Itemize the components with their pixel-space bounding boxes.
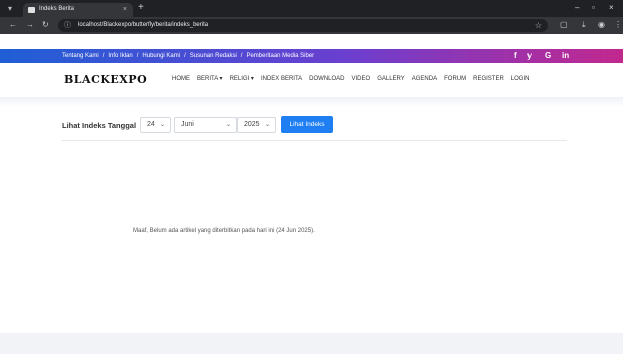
site-header: BLACKEXPO HOME BERITA ▾ RELIGI ▾ INDEX B… [0, 63, 623, 97]
download-icon[interactable]: ⤓ [582, 20, 586, 30]
extensions-icon[interactable]: ▢ [560, 20, 568, 30]
new-tab-icon[interactable]: + [138, 3, 144, 13]
menu-item-index-berita[interactable]: INDEX BERITA [261, 75, 302, 84]
empty-state-message: Maaf, Belum ada artikel yang diterbitkan… [133, 228, 315, 234]
profile-icon[interactable]: ◉ [598, 20, 605, 30]
browser-tab[interactable]: Indeks Berita × [23, 3, 133, 17]
tab-search-icon[interactable]: ▾ [4, 3, 16, 14]
google-icon[interactable]: G [545, 50, 551, 62]
browser-tab-bar: ▾ Indeks Berita × + – ▫ × [0, 0, 623, 17]
forward-icon[interactable]: → [26, 20, 34, 30]
top-link-separator: / [102, 53, 105, 59]
menu-item-video[interactable]: VIDEO [352, 75, 371, 84]
month-select-value: Juni [181, 121, 194, 128]
year-select-value: 2025 [244, 121, 260, 128]
top-link-separator: / [136, 53, 139, 59]
twitter-icon[interactable]: 𝕪 [527, 50, 532, 62]
menu-item-religi[interactable]: RELIGI ▾ [230, 75, 254, 84]
top-link-hubungi-kami[interactable]: Hubungi Kami [142, 53, 180, 59]
facebook-icon[interactable]: f [514, 50, 517, 62]
main-menu: HOME BERITA ▾ RELIGI ▾ INDEX BERITA DOWN… [172, 75, 529, 84]
reload-icon[interactable]: ↻ [42, 20, 49, 30]
menu-item-login[interactable]: LOGIN [511, 75, 530, 84]
top-link-separator: / [184, 53, 186, 59]
favicon-icon [28, 7, 35, 13]
tab-close-icon[interactable]: × [123, 5, 127, 14]
menu-item-register[interactable]: REGISTER [473, 75, 504, 84]
top-link-pemberitaan-media-siber[interactable]: Pemberitaan Media Siber [246, 53, 314, 59]
menu-item-gallery[interactable]: GALLERY [377, 75, 405, 84]
url-text[interactable]: localhost/Blackexpo/butterfly/berita/ind… [78, 21, 208, 30]
browser-toolbar: ← → ↻ ⓘ localhost/Blackexpo/butterfly/be… [0, 17, 623, 34]
filter-label: Lihat Indeks Tanggal [62, 121, 137, 130]
minimize-icon[interactable]: – [575, 3, 579, 13]
day-select-value: 24 [147, 121, 155, 128]
menu-item-berita[interactable]: BERITA ▾ [197, 75, 223, 84]
chevron-down-icon: ⌄ [159, 122, 165, 128]
address-bar[interactable]: ⓘ localhost/Blackexpo/butterfly/berita/i… [58, 19, 548, 32]
menu-item-forum[interactable]: FORUM [444, 75, 466, 84]
top-link-info-iklan[interactable]: Info Iklan [108, 53, 132, 59]
year-select[interactable]: 2025 ⌄ [237, 117, 276, 133]
filter-divider [62, 140, 567, 141]
window-close-icon[interactable]: × [609, 3, 614, 13]
site-info-icon[interactable]: ⓘ [64, 20, 71, 31]
back-icon[interactable]: ← [9, 20, 17, 30]
linkedin-icon[interactable]: in [562, 50, 569, 62]
chevron-down-icon: ⌄ [225, 122, 231, 128]
month-select[interactable]: Juni ⌄ [174, 117, 237, 133]
top-link-strip: Tentang Kami / Info Iklan / Hubungi Kami / Sus… [0, 49, 623, 63]
view-index-button[interactable]: Lihat Indeks [281, 116, 333, 133]
restore-icon[interactable]: ▫ [592, 3, 595, 13]
tab-title: Indeks Berita [39, 6, 75, 12]
top-link-separator: / [240, 53, 243, 59]
browser-menu-icon[interactable]: ⋮ [614, 20, 622, 30]
top-link-susunan-redaksi[interactable]: Susunan Redaksi [190, 53, 237, 59]
chevron-down-icon: ⌄ [264, 122, 270, 128]
menu-item-agenda[interactable]: AGENDA [412, 75, 437, 84]
bookmark-star-icon[interactable]: ☆ [535, 20, 542, 31]
day-select[interactable]: 24 ⌄ [140, 117, 171, 133]
menu-item-download[interactable]: DOWNLOAD [309, 75, 344, 84]
top-links: Tentang Kami / Info Iklan / Hubungi Kami / Sus… [62, 51, 314, 61]
menu-item-home[interactable]: HOME [172, 75, 190, 84]
footer [0, 333, 623, 354]
header-shadow [0, 97, 623, 107]
top-link-tentang-kami[interactable]: Tentang Kami [62, 53, 99, 59]
site-logo[interactable]: BLACKEXPO [64, 73, 147, 86]
